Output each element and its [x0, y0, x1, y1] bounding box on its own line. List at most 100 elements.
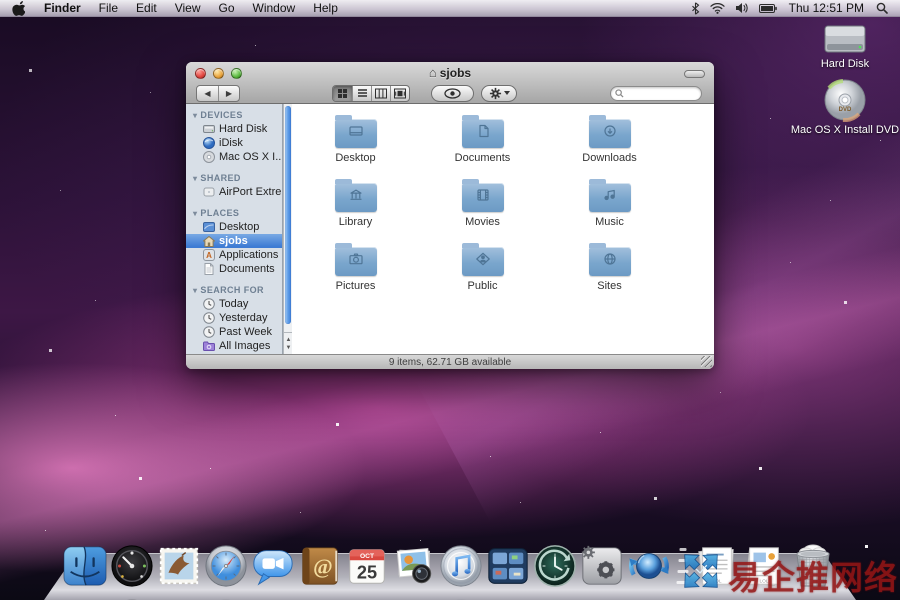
sidebar-item-label: Past Week	[219, 326, 272, 338]
disclosure-triangle-icon[interactable]: ▾	[193, 286, 197, 295]
menu-item-help[interactable]: Help	[304, 0, 347, 16]
menu-item-view[interactable]: View	[166, 0, 210, 16]
desktop-icon-install-dvd[interactable]: DVD Mac OS X Install DVD	[770, 78, 900, 136]
search-field[interactable]	[610, 86, 702, 101]
sidebar-item-mac-os-x-i-[interactable]: Mac OS X I...	[186, 150, 282, 164]
column-view-button[interactable]	[371, 86, 390, 101]
volume-icon[interactable]	[733, 0, 751, 16]
sites-emblem-icon	[601, 253, 619, 266]
sidebar-item-sjobs[interactable]: sjobs	[186, 234, 282, 248]
folder-label: Downloads	[582, 152, 636, 164]
resize-grip[interactable]	[701, 356, 712, 367]
action-menu-button[interactable]	[481, 85, 517, 102]
folder-label: Desktop	[335, 152, 375, 164]
dock-address-book-icon[interactable]: @	[297, 542, 343, 588]
eye-icon	[444, 88, 461, 99]
folder-icon	[335, 240, 377, 276]
sidebar-section-devices[interactable]: ▾DEVICES	[186, 108, 282, 122]
dock-time-machine-icon[interactable]	[532, 542, 578, 588]
disclosure-triangle-icon[interactable]: ▾	[193, 111, 197, 120]
dock-safari-icon[interactable]	[203, 542, 249, 588]
bluetooth-icon[interactable]	[689, 0, 702, 16]
sidebar-item-label: Mac OS X I...	[219, 151, 283, 163]
menu-bar-clock[interactable]: Thu 12:51 PM	[785, 1, 868, 15]
forward-button[interactable]: ▶	[218, 86, 239, 101]
sidebar-section-search-for[interactable]: ▾SEARCH FOR	[186, 283, 282, 297]
sidebar-item-idisk[interactable]: iDisk	[186, 136, 282, 150]
sidebar-section-places[interactable]: ▾PLACES	[186, 206, 282, 220]
dock-downloads-stack-icon[interactable]: LOL	[741, 542, 787, 588]
sidebar-scrollbar[interactable]: ▲▼	[283, 104, 292, 354]
window-titlebar[interactable]: ⌂sjobs ◀ ▶	[186, 62, 714, 104]
quick-look-button[interactable]	[431, 85, 474, 102]
folder-documents[interactable]: Documents	[419, 112, 546, 176]
menu-item-edit[interactable]: Edit	[127, 0, 166, 16]
folder-icon	[335, 112, 377, 148]
movies-emblem-icon	[474, 189, 492, 202]
desktop-icon-hard-disk[interactable]: Hard Disk	[770, 22, 900, 70]
public-emblem-icon	[474, 253, 492, 266]
sidebar-item-documents[interactable]: Documents	[186, 262, 282, 276]
folder-label: Library	[339, 216, 373, 228]
folder-downloads[interactable]: Downloads	[546, 112, 673, 176]
folder-desktop[interactable]: Desktop	[292, 112, 419, 176]
dock-spaces-icon[interactable]	[485, 542, 531, 588]
gear-icon	[489, 87, 502, 100]
dock-documents-stack-icon[interactable]: LOL	[694, 542, 740, 588]
finder-window: ⌂sjobs ◀ ▶	[186, 62, 714, 369]
dock-trash-icon[interactable]	[788, 542, 838, 588]
dock-itunes-icon[interactable]	[438, 542, 484, 588]
folder-music[interactable]: Music	[546, 176, 673, 240]
folder-label: Pictures	[336, 280, 376, 292]
sidebar-item-applications[interactable]: AApplications	[186, 248, 282, 262]
icon-view-button[interactable]	[333, 86, 352, 101]
folder-sites[interactable]: Sites	[546, 240, 673, 304]
sidebar-item-today[interactable]: Today	[186, 297, 282, 311]
back-button[interactable]: ◀	[197, 86, 218, 101]
wifi-icon[interactable]	[708, 0, 727, 16]
dock-ical-icon[interactable]: OCT25	[344, 542, 390, 588]
dock-system-preferences-icon[interactable]	[579, 542, 625, 588]
dock-mail-icon[interactable]	[156, 542, 202, 588]
sidebar-item-hard-disk[interactable]: Hard Disk	[186, 122, 282, 136]
sidebar-item-past-week[interactable]: Past Week	[186, 325, 282, 339]
separator-dash	[680, 548, 687, 551]
disclosure-triangle-icon[interactable]: ▾	[193, 209, 197, 218]
menu-item-window[interactable]: Window	[244, 0, 305, 16]
clock-icon	[203, 326, 215, 338]
folder-library[interactable]: Library	[292, 176, 419, 240]
dock-software-update-icon[interactable]	[626, 542, 672, 588]
folder-icon	[462, 176, 504, 212]
sidebar-gap	[186, 164, 282, 171]
dock-dashboard-icon[interactable]	[109, 542, 155, 588]
apple-menu-icon[interactable]	[0, 0, 35, 16]
menu-item-file[interactable]: File	[90, 0, 127, 16]
sidebar-item-airport-extreme[interactable]: AirPort Extreme	[186, 185, 282, 199]
dock-ichat-icon[interactable]	[250, 542, 296, 588]
dock: @OCT25LOLLOL @OCT25LOLLOL	[0, 540, 900, 600]
sidebar-gap	[186, 276, 282, 283]
disclosure-triangle-icon[interactable]: ▾	[193, 174, 197, 183]
sidebar-item-yesterday[interactable]: Yesterday	[186, 311, 282, 325]
sidebar-item-label: AirPort Extreme	[219, 186, 283, 198]
spotlight-icon[interactable]	[874, 0, 890, 16]
sidebar-section-shared[interactable]: ▾SHARED	[186, 171, 282, 185]
search-input[interactable]	[624, 88, 694, 99]
idisk-icon	[203, 137, 215, 149]
sidebar-item-all-images[interactable]: All Images	[186, 339, 282, 353]
scrollbar-thumb[interactable]	[285, 106, 291, 324]
coverflow-view-button[interactable]	[390, 86, 409, 101]
menu-item-finder[interactable]: Finder	[35, 0, 90, 16]
battery-icon[interactable]	[757, 0, 779, 16]
toolbar-toggle-button[interactable]	[684, 70, 705, 78]
status-text: 9 items, 62.71 GB available	[389, 357, 511, 368]
folder-movies[interactable]: Movies	[419, 176, 546, 240]
folder-public[interactable]: Public	[419, 240, 546, 304]
folder-pictures[interactable]: Pictures	[292, 240, 419, 304]
sidebar-item-desktop[interactable]: Desktop	[186, 220, 282, 234]
list-view-button[interactable]	[352, 86, 371, 101]
menu-item-go[interactable]: Go	[210, 0, 244, 16]
dock-finder-icon[interactable]	[62, 542, 108, 588]
dock-iphoto-icon[interactable]	[391, 542, 437, 588]
svg-text:@: @	[313, 555, 333, 579]
